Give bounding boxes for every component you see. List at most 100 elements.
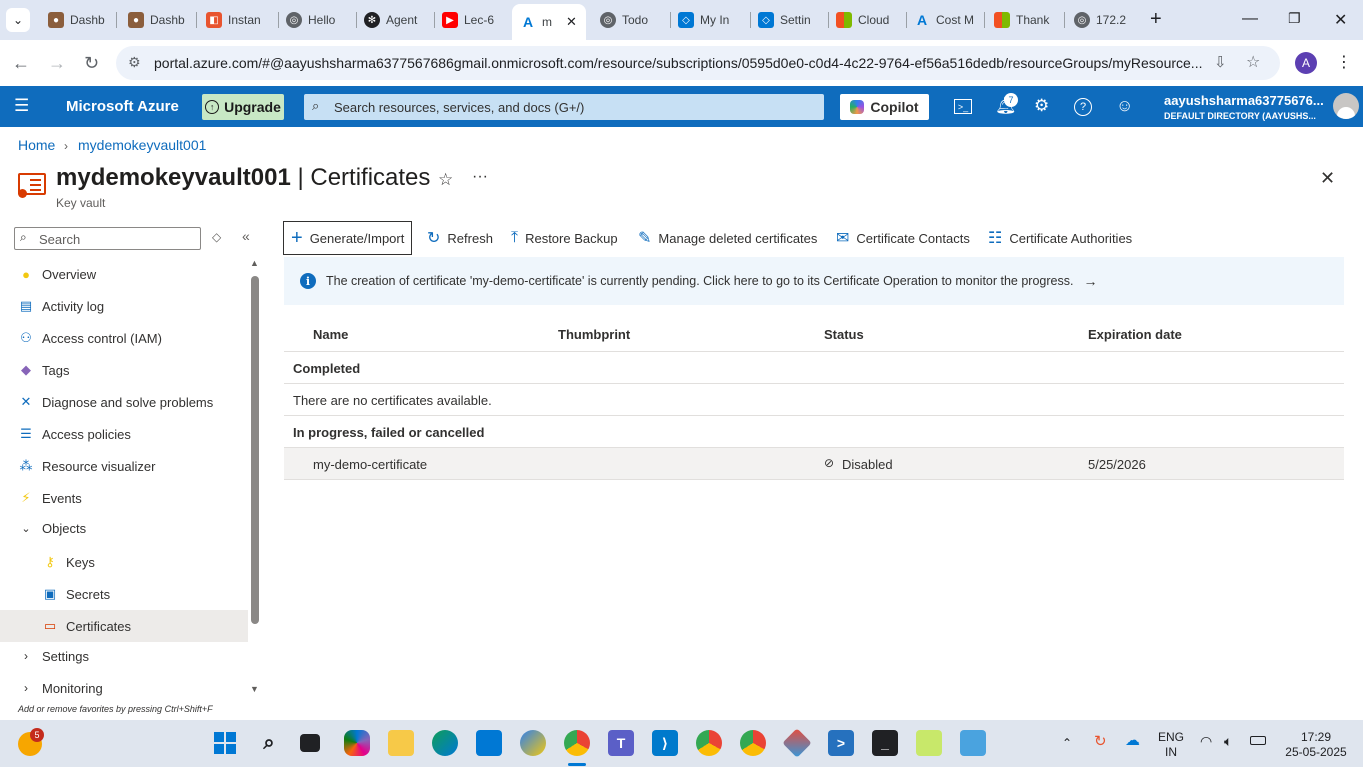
nav-item-diagnose[interactable]: ✕ Diagnose and solve problems: [0, 386, 248, 418]
powershell-icon[interactable]: >: [828, 730, 854, 756]
m365-icon[interactable]: [344, 730, 370, 756]
certificate-name-link[interactable]: my-demo-certificate: [313, 457, 427, 472]
store-icon[interactable]: [476, 730, 502, 756]
global-search-input[interactable]: ⌕ Search resources, services, and docs (…: [304, 94, 824, 120]
nav-group-objects[interactable]: ⌄ Objects: [0, 512, 248, 544]
column-header-thumbprint[interactable]: Thumbprint: [558, 327, 630, 342]
browser-tab[interactable]: Thank: [986, 6, 1062, 34]
site-info-icon[interactable]: ⚙: [128, 54, 141, 71]
browser-menu-icon[interactable]: ⋮: [1336, 52, 1352, 72]
bookmark-star-icon[interactable]: ☆: [1246, 52, 1260, 72]
browser-tab[interactable]: A Cost M: [906, 6, 982, 34]
nav-item-resource-visualizer[interactable]: ⁂ Resource visualizer: [0, 450, 248, 482]
new-tab-icon[interactable]: +: [1150, 8, 1162, 31]
generate-import-button[interactable]: + Generate/Import: [283, 221, 413, 255]
close-tab-icon[interactable]: ✕: [566, 14, 577, 30]
maximize-icon[interactable]: ❐: [1288, 10, 1301, 27]
git-tool-icon[interactable]: [782, 728, 812, 758]
install-app-icon[interactable]: ⇩: [1214, 53, 1227, 71]
favorite-star-icon[interactable]: ☆: [438, 170, 453, 190]
address-bar[interactable]: ⚙ portal.azure.com/#@aayushsharma6377567…: [116, 46, 1280, 80]
nav-item-keys[interactable]: ⚷ Keys: [0, 546, 248, 578]
browser-tab[interactable]: Cloud: [828, 6, 904, 34]
refresh-button[interactable]: ↻ Refresh: [427, 221, 493, 255]
account-directory[interactable]: DEFAULT DIRECTORY (AAYUSHS...: [1164, 111, 1316, 121]
settings-gear-icon[interactable]: ⚙: [1034, 96, 1049, 116]
forward-icon[interactable]: →: [48, 53, 66, 74]
edge-icon[interactable]: [432, 730, 458, 756]
nav-item-certificates[interactable]: ▭ Certificates: [0, 610, 248, 642]
nav-item-activity-log[interactable]: ▤ Activity log: [0, 290, 248, 322]
nav-group-monitoring[interactable]: › Monitoring: [0, 672, 248, 704]
windows-start-icon[interactable]: [212, 730, 238, 756]
browser-tab[interactable]: ▶ Lec-6: [434, 6, 506, 34]
nav-item-access-policies[interactable]: ☰ Access policies: [0, 418, 248, 450]
breadcrumb-home[interactable]: Home: [18, 137, 55, 153]
azure-brand[interactable]: Microsoft Azure: [66, 98, 179, 115]
scroll-down-icon[interactable]: ▼: [250, 684, 259, 694]
nav-group-settings[interactable]: › Settings: [0, 640, 248, 672]
nav-item-events[interactable]: ⚡︎ Events: [0, 482, 248, 514]
pending-operation-banner[interactable]: i The creation of certificate 'my-demo-c…: [284, 257, 1344, 305]
column-header-name[interactable]: Name: [313, 327, 348, 342]
browser-tab[interactable]: ● Dashb: [40, 6, 112, 34]
onedrive-icon[interactable]: ☁: [1125, 733, 1140, 748]
snipping-tool-icon[interactable]: [916, 730, 942, 756]
nav-item-secrets[interactable]: ▣ Secrets: [0, 578, 248, 610]
account-name[interactable]: aayushsharma63775676...: [1164, 93, 1324, 108]
manage-deleted-button[interactable]: ✎ Manage deleted certificates: [638, 221, 817, 255]
profile-avatar[interactable]: A: [1295, 52, 1317, 74]
nav-item-access-control[interactable]: ⚇ Access control (IAM): [0, 322, 248, 354]
copilot-app-icon[interactable]: [520, 730, 546, 756]
collapse-nav-icon[interactable]: «: [242, 228, 250, 244]
scroll-up-icon[interactable]: ▲: [250, 258, 259, 268]
close-window-icon[interactable]: ✕: [1334, 10, 1347, 30]
wifi-icon[interactable]: ◠: [1200, 734, 1212, 749]
browser-tab[interactable]: ◇ Settin: [750, 6, 826, 34]
search-icon[interactable]: ⌕: [256, 730, 282, 756]
task-view-icon[interactable]: [300, 734, 320, 752]
show-hidden-icons[interactable]: ⌃: [1062, 736, 1072, 751]
chrome-icon[interactable]: [740, 730, 766, 756]
restore-backup-button[interactable]: ⤒ Restore Backup: [511, 221, 618, 255]
nav-item-overview[interactable]: ● Overview: [0, 258, 248, 290]
url-text[interactable]: portal.azure.com/#@aayushsharma637756768…: [154, 55, 1202, 71]
browser-tab[interactable]: ◇ My In: [670, 6, 748, 34]
file-explorer-icon[interactable]: [388, 730, 414, 756]
browser-tab[interactable]: ● Dashb: [120, 6, 192, 34]
clock[interactable]: 17:29 25-05-2025: [1284, 730, 1348, 760]
column-header-status[interactable]: Status: [824, 327, 864, 342]
browser-tab-active[interactable]: Am ✕: [512, 4, 586, 40]
vscode-icon[interactable]: ⟩: [652, 730, 678, 756]
teams-icon[interactable]: T: [608, 730, 634, 756]
upgrade-button[interactable]: ↑ Upgrade: [202, 94, 284, 120]
volume-icon[interactable]: 🔈︎: [1224, 734, 1232, 749]
chrome-icon[interactable]: [696, 730, 722, 756]
browser-tab[interactable]: ✻ Agent: [356, 6, 430, 34]
table-row[interactable]: my-demo-certificate ⊘ Disabled 5/25/2026: [284, 448, 1344, 479]
browser-tab[interactable]: ◧ Instan: [198, 6, 276, 34]
remote-desktop-icon[interactable]: [960, 730, 986, 756]
browser-tab[interactable]: ◎ Hello: [278, 6, 350, 34]
nav-item-tags[interactable]: ◆ Tags: [0, 354, 248, 386]
close-blade-icon[interactable]: ✕: [1320, 168, 1335, 189]
certificate-authorities-button[interactable]: ☷ Certificate Authorities: [988, 221, 1132, 255]
browser-tab[interactable]: ◎ 172.2: [1066, 6, 1140, 34]
certificate-contacts-button[interactable]: ✉ Certificate Contacts: [836, 221, 970, 255]
cloud-shell-icon[interactable]: >_: [954, 99, 972, 114]
nav-scrollbar-thumb[interactable]: [251, 276, 259, 624]
filter-toggle-icon[interactable]: ◇: [212, 230, 221, 244]
hamburger-menu-icon[interactable]: ☰: [14, 96, 29, 116]
battery-icon[interactable]: [1250, 736, 1266, 745]
user-avatar[interactable]: [1333, 93, 1359, 119]
browser-tab[interactable]: ◎ Todo: [592, 6, 668, 34]
reload-icon[interactable]: ↻: [84, 53, 99, 74]
sync-icon[interactable]: ↻: [1094, 734, 1107, 749]
language-indicator[interactable]: ENG IN: [1158, 730, 1184, 760]
terminal-icon[interactable]: _: [872, 730, 898, 756]
copilot-button[interactable]: Copilot: [840, 94, 929, 120]
minimize-icon[interactable]: —: [1242, 10, 1258, 28]
back-icon[interactable]: ←: [12, 53, 30, 74]
breadcrumb-vault[interactable]: mydemokeyvault001: [78, 137, 206, 153]
help-icon[interactable]: ?: [1074, 98, 1092, 116]
